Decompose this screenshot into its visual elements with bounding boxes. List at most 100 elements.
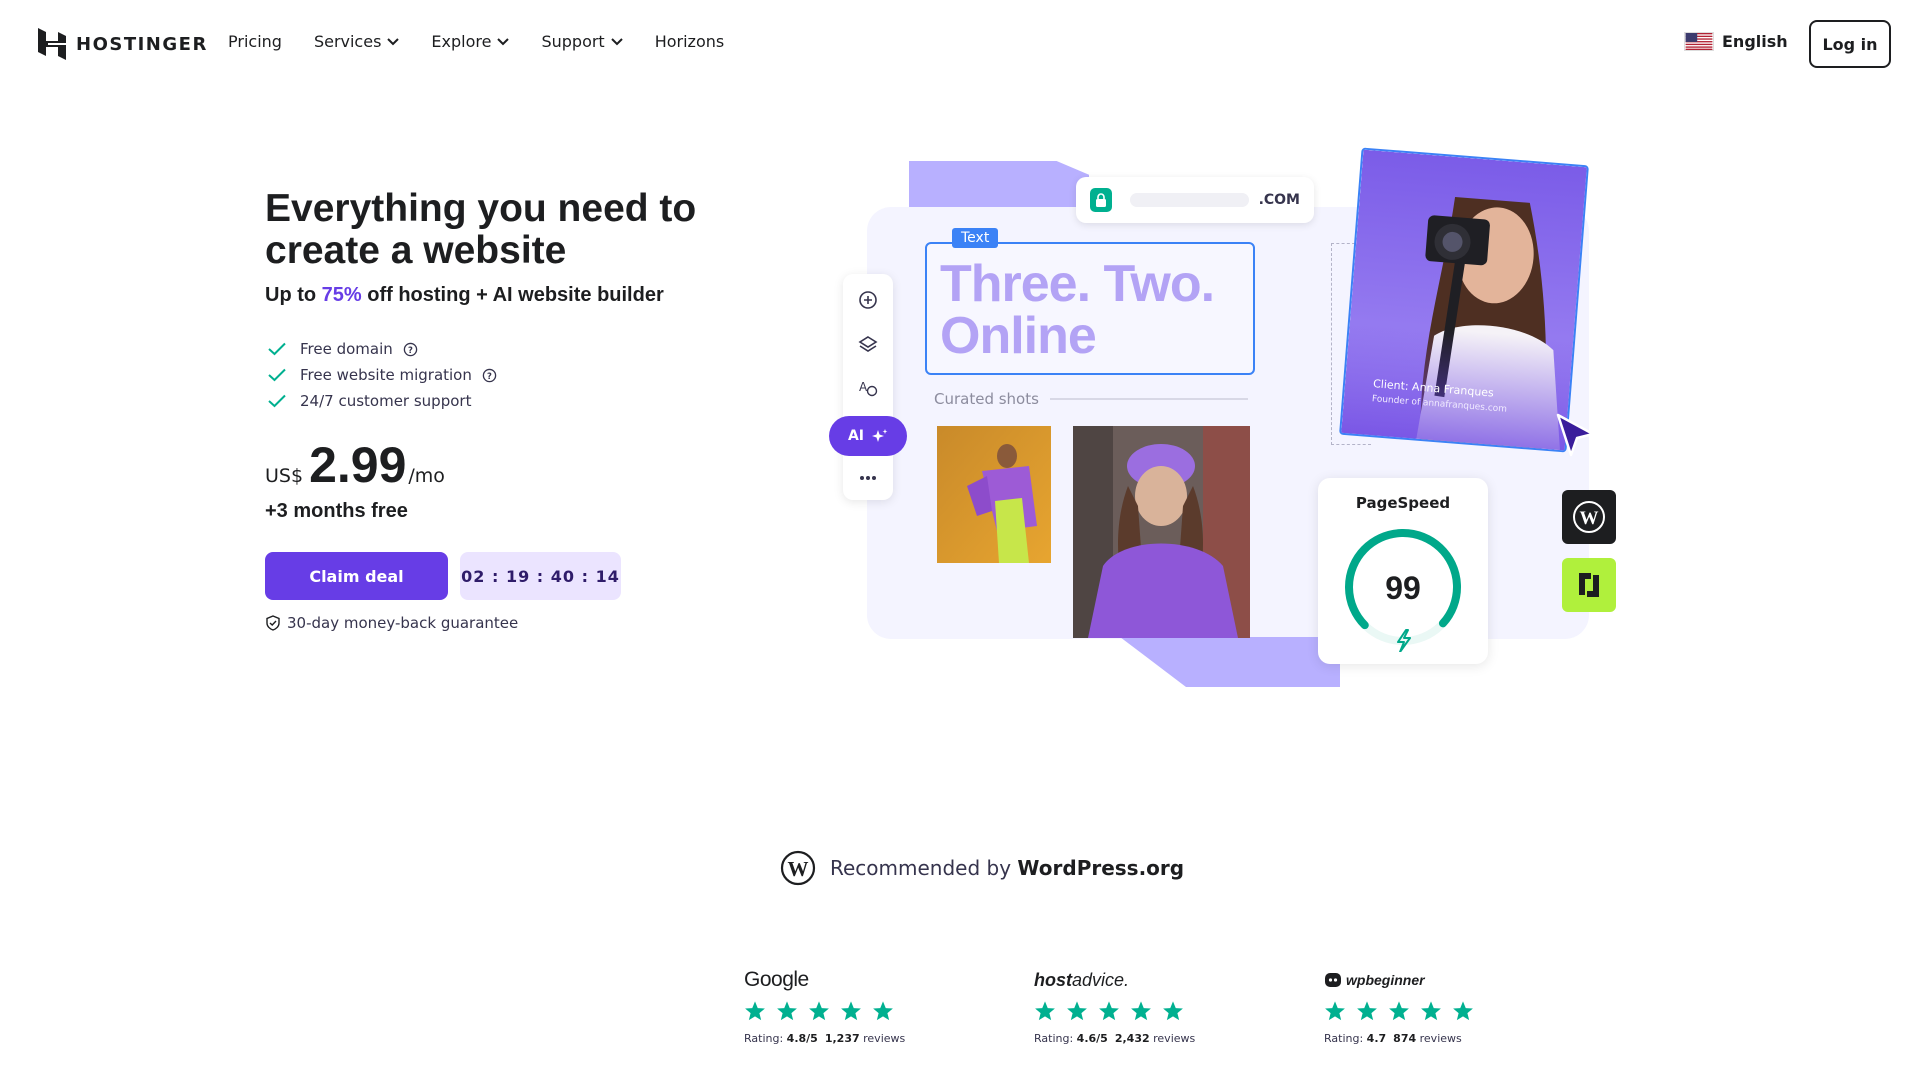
- wordpress-logo-icon: W: [780, 850, 816, 886]
- feature-label: Free domain: [300, 340, 393, 358]
- main-nav: Pricing Services Explore Support Horizon…: [228, 32, 756, 51]
- recommend-brand: WordPress.org: [1017, 856, 1185, 880]
- review-count: 2,432: [1114, 1032, 1150, 1045]
- chevron-down-icon: [497, 37, 510, 45]
- login-button[interactable]: Log in: [1809, 20, 1891, 68]
- rating-label: Rating:: [1324, 1032, 1367, 1045]
- check-icon: [268, 368, 286, 382]
- nav-label: Explore: [431, 32, 492, 51]
- nav-label: Pricing: [228, 32, 282, 51]
- hostadvice-logo-rest: advice.: [1072, 969, 1130, 990]
- price-period: /mo: [408, 465, 445, 487]
- discount-percent: 75%: [321, 284, 362, 306]
- star-icon: [1131, 1001, 1151, 1021]
- svg-text:?: ?: [408, 344, 413, 354]
- check-icon: [268, 342, 286, 356]
- feature-item: Free website migration ?: [268, 362, 497, 388]
- us-flag-icon: [1684, 32, 1714, 51]
- star-rating: [744, 1000, 1034, 1022]
- feature-list: Free domain ? Free website migration ? 2…: [268, 336, 497, 414]
- url-placeholder: [1129, 193, 1249, 207]
- review-count-label: reviews: [859, 1032, 906, 1045]
- pagespeed-score: 99: [1385, 570, 1421, 606]
- help-icon[interactable]: ?: [403, 342, 418, 357]
- nav-services[interactable]: Services: [313, 32, 400, 51]
- subtitle-prefix: Up to: [265, 284, 322, 306]
- review-ratings: Google Rating: 4.8/5 1,237 reviews hosta…: [744, 968, 1614, 1045]
- ai-button[interactable]: AI: [829, 416, 907, 456]
- money-back-guarantee: 30-day money-back guarantee: [265, 614, 518, 632]
- fashion-photo-yellow: [937, 426, 1051, 563]
- client-portrait: Client: Anna Franques Founder of annafra…: [1339, 147, 1589, 453]
- hero-subtitle: Up to 75% off hosting + AI website build…: [265, 284, 664, 307]
- nav-support[interactable]: Support: [541, 32, 623, 51]
- review-hostadvice: hostadvice. Rating: 4.6/5 2,432 reviews: [1034, 968, 1324, 1046]
- decorative-shape: [909, 161, 1089, 207]
- site-header: HOSTINGER Pricing Services Explore Suppo…: [0, 0, 1920, 88]
- hostinger-logo-icon: [38, 28, 66, 60]
- section-label: Curated shots: [934, 390, 1039, 408]
- horizons-logo-icon: [1579, 573, 1599, 597]
- rating-text: Rating: 4.7 874 reviews: [1324, 1032, 1614, 1045]
- nav-explore[interactable]: Explore: [431, 32, 510, 51]
- wpbeginner-logo-icon: [1325, 973, 1341, 987]
- review-wpbeginner: wpbeginner Rating: 4.7 874 reviews: [1324, 968, 1614, 1045]
- nav-label: Services: [313, 32, 382, 51]
- hostinger-logo[interactable]: HOSTINGER: [38, 28, 208, 60]
- star-icon: [777, 1001, 797, 1021]
- add-icon[interactable]: [858, 290, 878, 310]
- rating-value: 4.8/5: [786, 1032, 818, 1045]
- review-count-label: reviews: [1149, 1032, 1196, 1045]
- review-count: 874: [1393, 1032, 1417, 1045]
- decorative-shape: [1120, 637, 1340, 687]
- chevron-down-icon: [387, 37, 400, 45]
- feature-item: 24/7 customer support: [268, 388, 497, 414]
- layers-icon[interactable]: [858, 334, 878, 354]
- nav-horizons[interactable]: Horizons: [655, 32, 725, 51]
- svg-text:A: A: [859, 380, 868, 394]
- language-label: English: [1722, 32, 1788, 51]
- lightning-icon: [1397, 629, 1411, 652]
- mouse-cursor-icon: [1556, 413, 1595, 457]
- browser-url-bar: .COM: [1076, 177, 1314, 223]
- svg-text:W: W: [788, 857, 809, 881]
- star-icon: [1067, 1001, 1087, 1021]
- chevron-down-icon: [610, 37, 623, 45]
- review-count-label: reviews: [1416, 1032, 1462, 1045]
- divider: [1050, 398, 1248, 400]
- claim-deal-button[interactable]: Claim deal: [265, 552, 448, 600]
- star-icon: [841, 1001, 861, 1021]
- rating-value: 4.6/5: [1076, 1032, 1108, 1045]
- builder-headline: Three. Two. Online: [940, 255, 1215, 365]
- hero-title: Everything you need to create a website: [265, 187, 697, 272]
- fashion-photo-purple: [1073, 426, 1250, 638]
- star-icon: [809, 1001, 829, 1021]
- rating-text: Rating: 4.8/5 1,237 reviews: [744, 1032, 1034, 1045]
- price: US$ 2.99 /mo: [265, 436, 445, 494]
- feature-label: Free website migration: [300, 366, 472, 384]
- help-icon[interactable]: ?: [482, 368, 497, 383]
- google-logo: Google: [744, 968, 809, 991]
- star-icon: [1357, 1001, 1377, 1021]
- language-selector[interactable]: English: [1684, 32, 1788, 51]
- wpbeginner-logo: wpbeginner: [1346, 972, 1425, 988]
- brand-name: HOSTINGER: [76, 33, 208, 55]
- countdown-timer: 02 : 19 : 40 : 14: [460, 552, 621, 600]
- price-amount: 2.99: [309, 437, 407, 493]
- pagespeed-card: PageSpeed 99: [1318, 478, 1488, 664]
- price-currency: US$: [265, 465, 304, 487]
- styles-icon[interactable]: A: [858, 378, 878, 398]
- star-icon: [745, 1001, 765, 1021]
- text-block-tag: Text: [952, 228, 999, 248]
- star-icon: [1035, 1001, 1055, 1021]
- hostadvice-logo: hostadvice.: [1034, 970, 1129, 991]
- more-icon[interactable]: [858, 468, 878, 488]
- star-icon: [1325, 1001, 1345, 1021]
- star-icon: [1163, 1001, 1183, 1021]
- url-tld: .COM: [1258, 192, 1300, 208]
- nav-pricing[interactable]: Pricing: [228, 32, 282, 51]
- review-google: Google Rating: 4.8/5 1,237 reviews: [744, 968, 1034, 1045]
- hostinger-horizons-tile: [1562, 558, 1616, 612]
- star-rating: [1034, 1000, 1324, 1022]
- review-count: 1,237: [824, 1032, 860, 1045]
